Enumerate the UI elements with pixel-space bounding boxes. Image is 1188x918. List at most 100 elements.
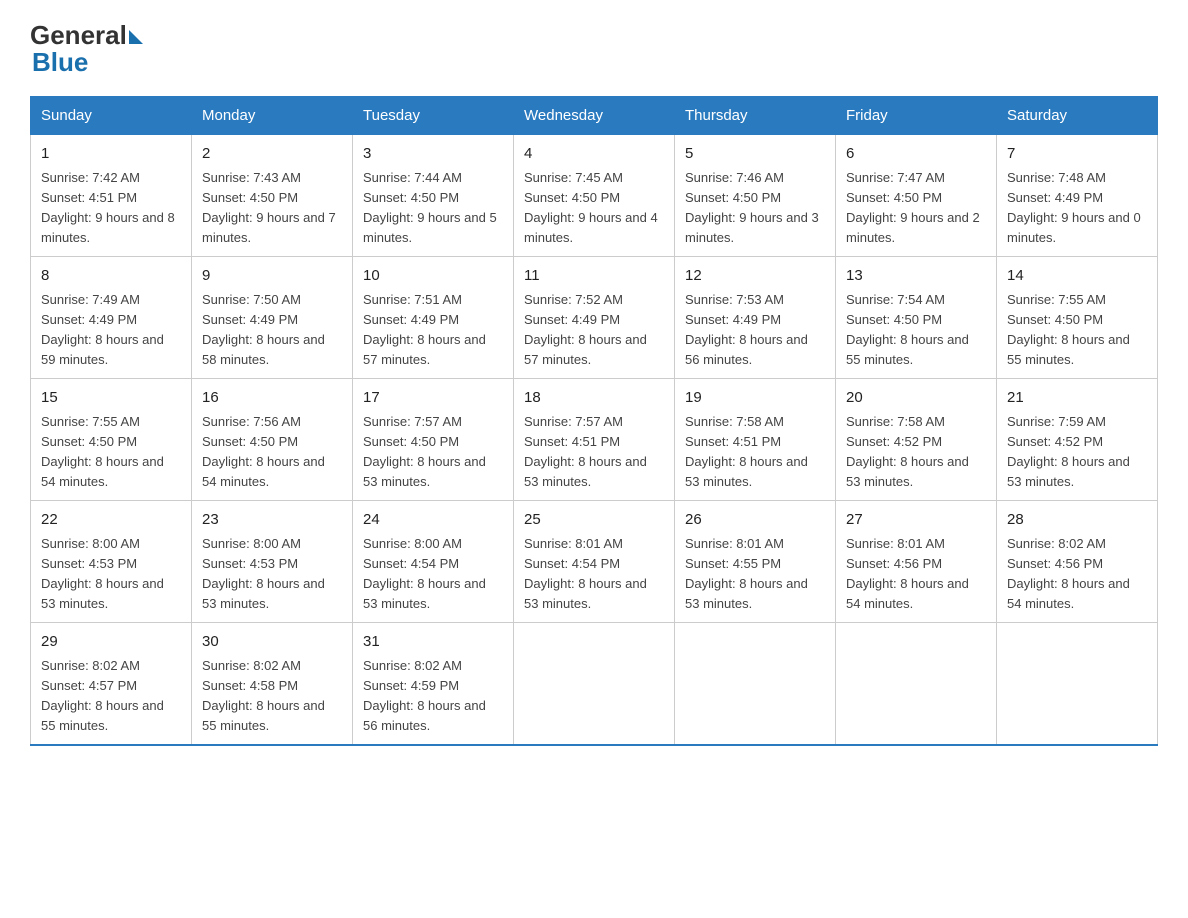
calendar-header-row: SundayMondayTuesdayWednesdayThursdayFrid… bbox=[31, 97, 1158, 135]
week-row-1: 1Sunrise: 7:42 AMSunset: 4:51 PMDaylight… bbox=[31, 135, 1158, 257]
day-info: Sunrise: 8:01 AMSunset: 4:54 PMDaylight:… bbox=[524, 534, 664, 615]
col-header-sunday: Sunday bbox=[31, 97, 192, 135]
day-info: Sunrise: 8:00 AMSunset: 4:53 PMDaylight:… bbox=[41, 534, 181, 615]
calendar-cell: 31Sunrise: 8:02 AMSunset: 4:59 PMDayligh… bbox=[353, 623, 514, 746]
day-info: Sunrise: 7:54 AMSunset: 4:50 PMDaylight:… bbox=[846, 290, 986, 371]
calendar-cell: 4Sunrise: 7:45 AMSunset: 4:50 PMDaylight… bbox=[514, 135, 675, 257]
day-info: Sunrise: 8:02 AMSunset: 4:58 PMDaylight:… bbox=[202, 656, 342, 737]
calendar-cell: 22Sunrise: 8:00 AMSunset: 4:53 PMDayligh… bbox=[31, 501, 192, 623]
calendar-cell: 17Sunrise: 7:57 AMSunset: 4:50 PMDayligh… bbox=[353, 379, 514, 501]
calendar-cell bbox=[997, 623, 1158, 746]
calendar-cell: 20Sunrise: 7:58 AMSunset: 4:52 PMDayligh… bbox=[836, 379, 997, 501]
day-number: 4 bbox=[524, 143, 664, 166]
day-number: 20 bbox=[846, 387, 986, 410]
day-number: 8 bbox=[41, 265, 181, 288]
day-info: Sunrise: 7:50 AMSunset: 4:49 PMDaylight:… bbox=[202, 290, 342, 371]
col-header-thursday: Thursday bbox=[675, 97, 836, 135]
calendar-cell bbox=[675, 623, 836, 746]
day-info: Sunrise: 7:52 AMSunset: 4:49 PMDaylight:… bbox=[524, 290, 664, 371]
day-number: 31 bbox=[363, 631, 503, 654]
day-info: Sunrise: 7:49 AMSunset: 4:49 PMDaylight:… bbox=[41, 290, 181, 371]
day-info: Sunrise: 7:55 AMSunset: 4:50 PMDaylight:… bbox=[1007, 290, 1147, 371]
calendar-cell: 27Sunrise: 8:01 AMSunset: 4:56 PMDayligh… bbox=[836, 501, 997, 623]
calendar-cell: 25Sunrise: 8:01 AMSunset: 4:54 PMDayligh… bbox=[514, 501, 675, 623]
day-info: Sunrise: 7:53 AMSunset: 4:49 PMDaylight:… bbox=[685, 290, 825, 371]
calendar-cell: 21Sunrise: 7:59 AMSunset: 4:52 PMDayligh… bbox=[997, 379, 1158, 501]
day-info: Sunrise: 8:02 AMSunset: 4:56 PMDaylight:… bbox=[1007, 534, 1147, 615]
calendar-cell: 10Sunrise: 7:51 AMSunset: 4:49 PMDayligh… bbox=[353, 257, 514, 379]
week-row-2: 8Sunrise: 7:49 AMSunset: 4:49 PMDaylight… bbox=[31, 257, 1158, 379]
calendar-cell: 6Sunrise: 7:47 AMSunset: 4:50 PMDaylight… bbox=[836, 135, 997, 257]
day-number: 17 bbox=[363, 387, 503, 410]
day-info: Sunrise: 7:45 AMSunset: 4:50 PMDaylight:… bbox=[524, 168, 664, 249]
col-header-monday: Monday bbox=[192, 97, 353, 135]
day-number: 3 bbox=[363, 143, 503, 166]
calendar-cell: 15Sunrise: 7:55 AMSunset: 4:50 PMDayligh… bbox=[31, 379, 192, 501]
day-number: 10 bbox=[363, 265, 503, 288]
calendar-cell: 8Sunrise: 7:49 AMSunset: 4:49 PMDaylight… bbox=[31, 257, 192, 379]
day-number: 15 bbox=[41, 387, 181, 410]
day-number: 13 bbox=[846, 265, 986, 288]
day-info: Sunrise: 7:58 AMSunset: 4:52 PMDaylight:… bbox=[846, 412, 986, 493]
day-number: 19 bbox=[685, 387, 825, 410]
day-number: 12 bbox=[685, 265, 825, 288]
page-header: General Blue bbox=[30, 20, 1158, 78]
day-info: Sunrise: 7:43 AMSunset: 4:50 PMDaylight:… bbox=[202, 168, 342, 249]
day-info: Sunrise: 8:01 AMSunset: 4:55 PMDaylight:… bbox=[685, 534, 825, 615]
day-info: Sunrise: 8:02 AMSunset: 4:57 PMDaylight:… bbox=[41, 656, 181, 737]
day-number: 26 bbox=[685, 509, 825, 532]
day-number: 23 bbox=[202, 509, 342, 532]
day-number: 6 bbox=[846, 143, 986, 166]
day-number: 27 bbox=[846, 509, 986, 532]
calendar-cell bbox=[836, 623, 997, 746]
day-info: Sunrise: 7:57 AMSunset: 4:50 PMDaylight:… bbox=[363, 412, 503, 493]
day-number: 5 bbox=[685, 143, 825, 166]
calendar-cell: 13Sunrise: 7:54 AMSunset: 4:50 PMDayligh… bbox=[836, 257, 997, 379]
logo-text-blue: Blue bbox=[32, 47, 143, 78]
day-info: Sunrise: 7:48 AMSunset: 4:49 PMDaylight:… bbox=[1007, 168, 1147, 249]
calendar-cell: 30Sunrise: 8:02 AMSunset: 4:58 PMDayligh… bbox=[192, 623, 353, 746]
calendar-cell: 2Sunrise: 7:43 AMSunset: 4:50 PMDaylight… bbox=[192, 135, 353, 257]
calendar-cell: 14Sunrise: 7:55 AMSunset: 4:50 PMDayligh… bbox=[997, 257, 1158, 379]
day-info: Sunrise: 7:56 AMSunset: 4:50 PMDaylight:… bbox=[202, 412, 342, 493]
calendar-cell: 19Sunrise: 7:58 AMSunset: 4:51 PMDayligh… bbox=[675, 379, 836, 501]
day-info: Sunrise: 7:47 AMSunset: 4:50 PMDaylight:… bbox=[846, 168, 986, 249]
col-header-friday: Friday bbox=[836, 97, 997, 135]
day-info: Sunrise: 7:44 AMSunset: 4:50 PMDaylight:… bbox=[363, 168, 503, 249]
calendar-cell bbox=[514, 623, 675, 746]
day-number: 24 bbox=[363, 509, 503, 532]
calendar-cell: 1Sunrise: 7:42 AMSunset: 4:51 PMDaylight… bbox=[31, 135, 192, 257]
day-info: Sunrise: 7:59 AMSunset: 4:52 PMDaylight:… bbox=[1007, 412, 1147, 493]
day-info: Sunrise: 8:02 AMSunset: 4:59 PMDaylight:… bbox=[363, 656, 503, 737]
week-row-4: 22Sunrise: 8:00 AMSunset: 4:53 PMDayligh… bbox=[31, 501, 1158, 623]
calendar-cell: 29Sunrise: 8:02 AMSunset: 4:57 PMDayligh… bbox=[31, 623, 192, 746]
calendar-cell: 12Sunrise: 7:53 AMSunset: 4:49 PMDayligh… bbox=[675, 257, 836, 379]
calendar-cell: 28Sunrise: 8:02 AMSunset: 4:56 PMDayligh… bbox=[997, 501, 1158, 623]
day-number: 14 bbox=[1007, 265, 1147, 288]
calendar-cell: 9Sunrise: 7:50 AMSunset: 4:49 PMDaylight… bbox=[192, 257, 353, 379]
day-number: 28 bbox=[1007, 509, 1147, 532]
day-number: 18 bbox=[524, 387, 664, 410]
day-number: 30 bbox=[202, 631, 342, 654]
day-info: Sunrise: 7:51 AMSunset: 4:49 PMDaylight:… bbox=[363, 290, 503, 371]
logo-arrow-icon bbox=[129, 30, 143, 44]
calendar-cell: 3Sunrise: 7:44 AMSunset: 4:50 PMDaylight… bbox=[353, 135, 514, 257]
day-info: Sunrise: 8:00 AMSunset: 4:54 PMDaylight:… bbox=[363, 534, 503, 615]
logo: General Blue bbox=[30, 20, 143, 78]
day-number: 2 bbox=[202, 143, 342, 166]
col-header-saturday: Saturday bbox=[997, 97, 1158, 135]
calendar-cell: 26Sunrise: 8:01 AMSunset: 4:55 PMDayligh… bbox=[675, 501, 836, 623]
calendar-cell: 5Sunrise: 7:46 AMSunset: 4:50 PMDaylight… bbox=[675, 135, 836, 257]
day-number: 7 bbox=[1007, 143, 1147, 166]
day-info: Sunrise: 7:42 AMSunset: 4:51 PMDaylight:… bbox=[41, 168, 181, 249]
calendar-cell: 11Sunrise: 7:52 AMSunset: 4:49 PMDayligh… bbox=[514, 257, 675, 379]
calendar-cell: 23Sunrise: 8:00 AMSunset: 4:53 PMDayligh… bbox=[192, 501, 353, 623]
day-number: 16 bbox=[202, 387, 342, 410]
day-info: Sunrise: 7:57 AMSunset: 4:51 PMDaylight:… bbox=[524, 412, 664, 493]
week-row-5: 29Sunrise: 8:02 AMSunset: 4:57 PMDayligh… bbox=[31, 623, 1158, 746]
day-number: 9 bbox=[202, 265, 342, 288]
calendar-cell: 24Sunrise: 8:00 AMSunset: 4:54 PMDayligh… bbox=[353, 501, 514, 623]
week-row-3: 15Sunrise: 7:55 AMSunset: 4:50 PMDayligh… bbox=[31, 379, 1158, 501]
day-info: Sunrise: 7:46 AMSunset: 4:50 PMDaylight:… bbox=[685, 168, 825, 249]
calendar-cell: 18Sunrise: 7:57 AMSunset: 4:51 PMDayligh… bbox=[514, 379, 675, 501]
